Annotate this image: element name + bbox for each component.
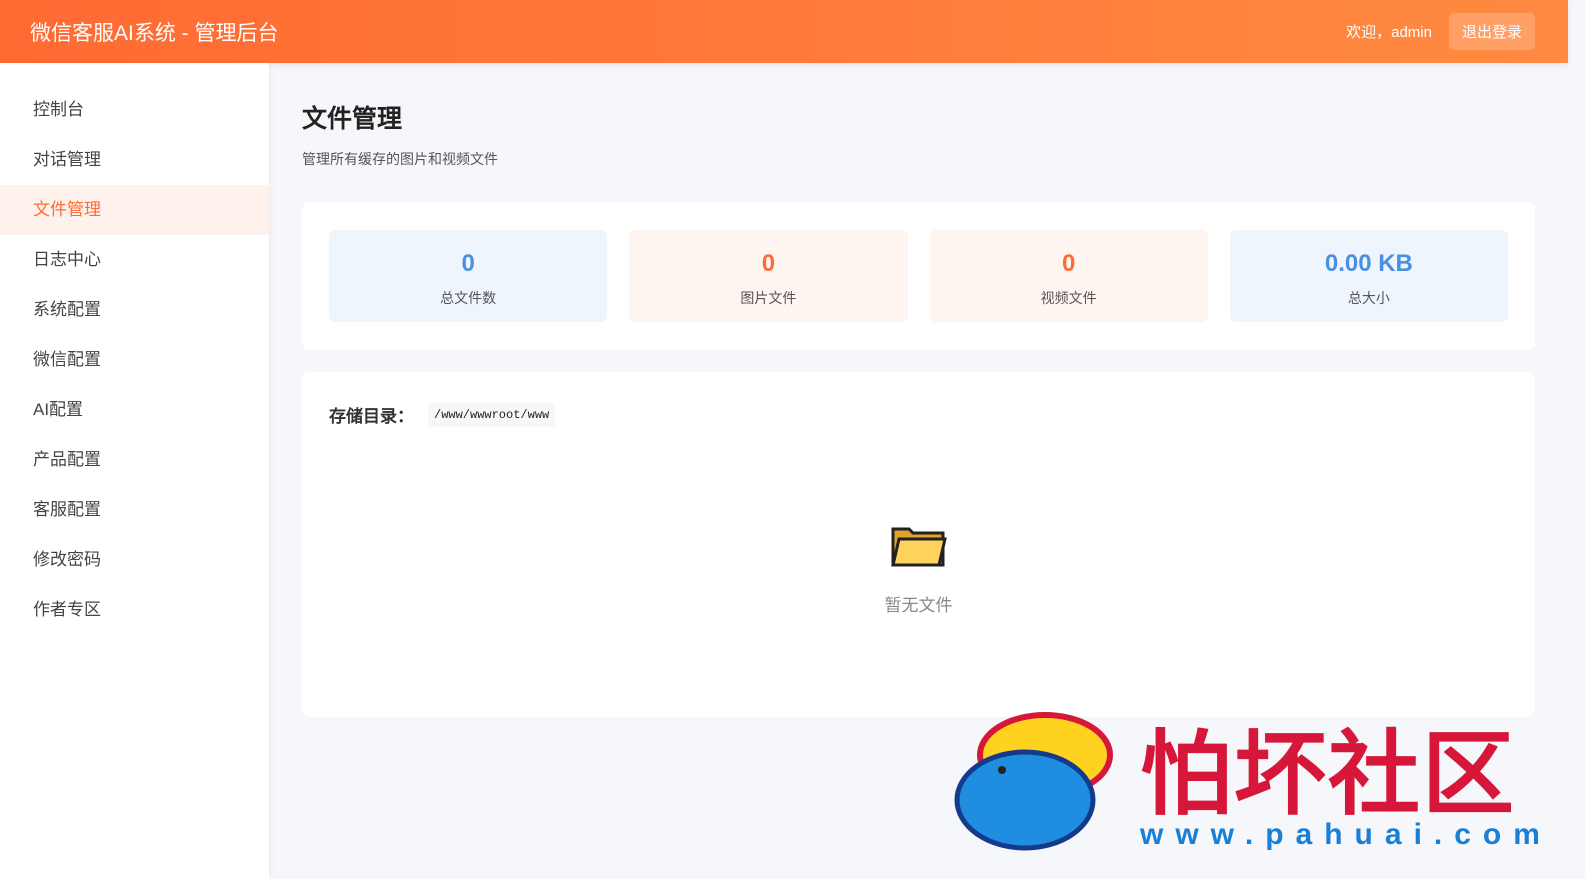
stat-value: 0	[1061, 250, 1076, 277]
storage-label: 存储目录：	[329, 407, 414, 426]
sidebar: 控制台 对话管理 文件管理 日志中心 系统配置 微信配置 AI配置 产品配置 客服配置 修改密码作…	[0, 63, 269, 879]
stat-card: 0.00 KB 总大小	[1229, 230, 1508, 322]
sidebar-item-10[interactable]: 作者专区	[0, 585, 269, 635]
storage-path: /www/wwwroot/www	[428, 402, 556, 427]
sidebar-item-8[interactable]: 客服配置	[0, 485, 269, 535]
top-header: 微信客服AI系统 - 管理后台 欢迎，admin 退出登录	[0, 0, 1568, 63]
sidebar-item-5[interactable]: 微信配置	[0, 335, 269, 385]
stat-label: 图片文件	[740, 290, 797, 306]
sidebar-item-9[interactable]: 修改密码	[0, 535, 269, 585]
stat-card: 0 视频文件	[929, 230, 1208, 322]
stat-card: 0 总文件数	[329, 230, 608, 322]
watermark: 怕坏社区 www.pahuai.com	[950, 700, 1550, 860]
welcome-text: 欢迎，admin	[1346, 24, 1432, 41]
page-title: 文件管理	[302, 105, 403, 133]
app-title: 微信客服AI系统 - 管理后台	[30, 21, 279, 45]
fish-logo-icon	[954, 712, 1113, 851]
stat-card: 0 图片文件	[629, 230, 908, 322]
sidebar-item-3[interactable]: 日志中心	[0, 235, 269, 285]
sidebar-item-1[interactable]: 对话管理	[0, 135, 269, 185]
sidebar-item-4[interactable]: 系统配置	[0, 285, 269, 335]
folder-icon	[890, 527, 947, 567]
sidebar-item-0[interactable]: 控制台	[0, 85, 269, 135]
stat-value: 0	[461, 250, 475, 277]
stat-value: 0	[761, 250, 776, 277]
page-subtitle: 管理所有缓存的图片和视频文件	[302, 151, 498, 167]
sidebar-item-6[interactable]: AI配置	[0, 385, 269, 435]
empty-text: 暂无文件	[884, 596, 953, 615]
watermark-text: 怕坏社区	[1140, 720, 1517, 828]
stat-label: 视频文件	[1040, 290, 1097, 306]
main-content: 文件管理 管理所有缓存的图片和视频文件 0 总文件数 0 图片文件 0 视频文件 0.00 …	[302, 63, 1535, 717]
stats-panel: 0 总文件数 0 图片文件 0 视频文件 0.00 KB 总大小	[302, 202, 1535, 350]
file-list-panel: 存储目录： /www/wwwroot/www 暂无文件	[302, 372, 1535, 717]
logout-button[interactable]: 退出登录	[1448, 13, 1535, 50]
empty-state: 暂无文件	[302, 524, 1535, 616]
stat-value: 0.00 KB	[1324, 250, 1413, 277]
sidebar-item-2[interactable]: 文件管理	[0, 185, 269, 235]
stat-label: 总大小	[1347, 290, 1390, 306]
stat-label: 总文件数	[440, 290, 497, 306]
sidebar-item-7[interactable]: 产品配置	[0, 435, 269, 485]
watermark-url: www.pahuai.com	[1140, 818, 1552, 851]
